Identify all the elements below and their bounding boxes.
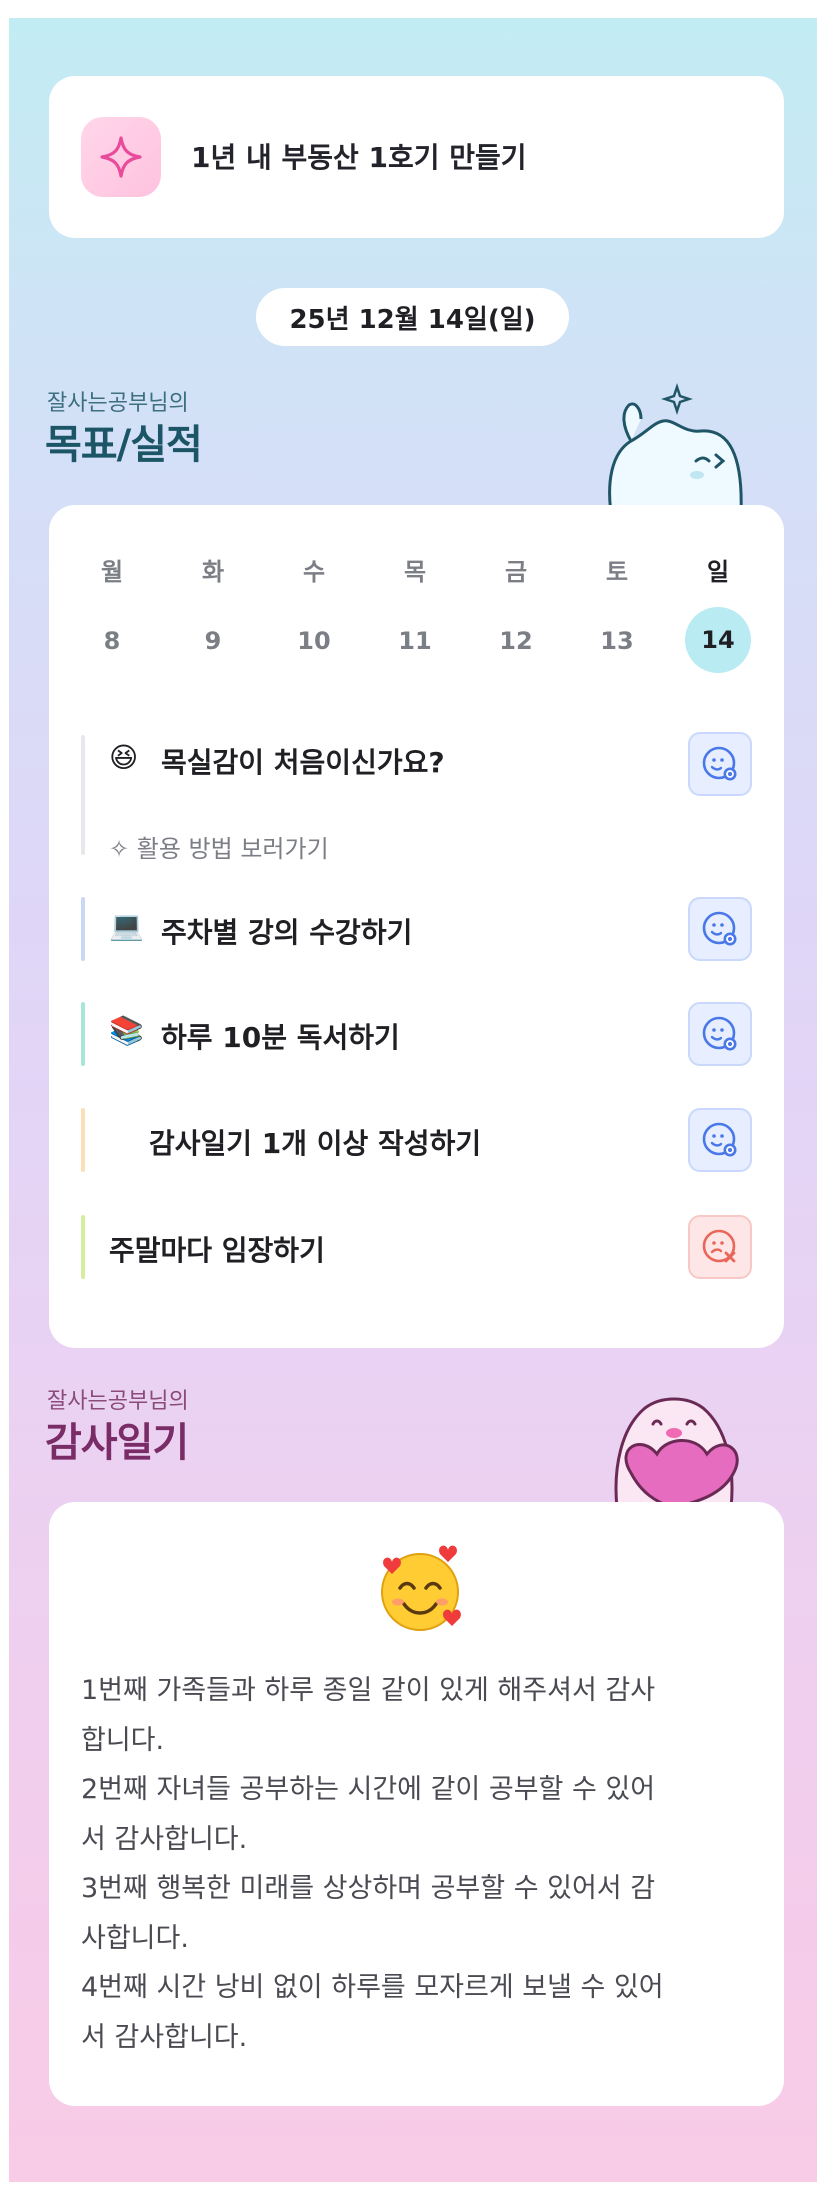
gratitude-line: 사합니다. [81, 1922, 189, 1954]
task-status-done-button[interactable] [688, 1108, 752, 1172]
task-color-bar [81, 1108, 85, 1172]
sparkle-outline-icon: ✧ [109, 835, 137, 863]
gratitude-line: 3번째 행복한 미래를 상상하며 공부할 수 있어서 감 [81, 1873, 656, 1904]
day-name: 일 [706, 558, 730, 586]
gratitude-line: 서 감사합니다. [81, 2021, 248, 2053]
page: 1년 내 부동산 1호기 만들기 25년 12월 14일(일) 잘사는공부님의 … [9, 18, 817, 2182]
gratitude-line: 서 감사합니다. [81, 1823, 248, 1855]
how-to-use-link[interactable]: ✧ 활용 방법 보러가기 [109, 829, 329, 864]
date-pill[interactable]: 25년 12월 14일(일) [256, 288, 569, 346]
day-name: 화 [201, 558, 225, 586]
task-row[interactable]: 😆 목실감이 처음이신가요? ✧ 활용 방법 보러가기 [81, 732, 752, 863]
day-name: 월 [100, 558, 124, 586]
day-number: 9 [204, 627, 222, 655]
task-label: 감사일기 1개 이상 작성하기 [149, 1127, 482, 1160]
day-number: 8 [103, 627, 121, 655]
ghost-mascot-icon [608, 383, 743, 513]
task-label: 주말마다 임장하기 [109, 1234, 325, 1267]
task-row[interactable]: 주말마다 임장하기 [81, 1215, 752, 1279]
day-number-today: 14 [685, 607, 751, 673]
task-label: 주차별 강의 수강하기 [161, 916, 413, 949]
sad-x-icon [702, 1229, 736, 1263]
task-color-bar [81, 1215, 85, 1279]
smile-check-icon [702, 1016, 737, 1051]
task-row[interactable]: 📚 하루 10분 독서하기 [81, 1002, 752, 1066]
goal-card[interactable]: 1년 내 부동산 1호기 만들기 [49, 76, 784, 238]
smile-check-icon [702, 911, 737, 946]
task-label: 하루 10분 독서하기 [161, 1021, 400, 1054]
heart-ghost-mascot-icon [614, 1397, 739, 1508]
gratitude-text: 1번째 가족들과 하루 종일 같이 있게 해주셔서 감사 합니다. 2번째 자녀… [81, 1666, 751, 2062]
task-status-missed-button[interactable] [688, 1215, 752, 1279]
gratitude-line: 1번째 가족들과 하루 종일 같이 있게 해주셔서 감사 [81, 1675, 656, 1706]
day-number: 11 [398, 627, 432, 655]
task-status-done-button[interactable] [688, 1002, 752, 1066]
task-color-bar [81, 735, 85, 855]
task-label: 목실감이 처음이신가요? [161, 746, 445, 779]
books-icon: 📚 [109, 1014, 144, 1047]
task-row[interactable]: 감사일기 1개 이상 작성하기 [81, 1108, 752, 1172]
sparkle-icon [81, 117, 161, 197]
smile-check-icon [702, 1122, 737, 1157]
smile-check-icon [702, 746, 737, 781]
task-row[interactable]: 💻 주차별 강의 수강하기 [81, 897, 752, 961]
smiling-face-with-hearts-icon [381, 1545, 461, 1631]
task-color-bar [81, 1002, 85, 1066]
gratitude-line: 합니다. [81, 1724, 165, 1756]
day-number: 13 [600, 627, 634, 655]
goal-text: 1년 내 부동산 1호기 만들기 [191, 141, 527, 174]
goals-card: 월 8 화 9 수 10 목 11 금 12 토 13 일 14 😆 목실감이 … [49, 505, 784, 1348]
gratitude-section-title: 감사일기 [45, 1420, 189, 1466]
day-number: 12 [499, 627, 533, 655]
day-name: 금 [504, 558, 528, 586]
day-name: 수 [302, 558, 326, 586]
gratitude-card[interactable]: 1번째 가족들과 하루 종일 같이 있게 해주셔서 감사 합니다. 2번째 자녀… [49, 1502, 784, 2106]
goals-section-title: 목표/실적 [45, 422, 203, 468]
gratitude-line: 2번째 자녀들 공부하는 시간에 같이 공부할 수 있어 [81, 1774, 656, 1805]
day-name: 목 [403, 558, 427, 586]
gratitude-line: 4번째 시간 낭비 없이 하루를 모자르게 보낼 수 있어 [81, 1972, 664, 2003]
laughing-face-icon: 😆 [109, 741, 139, 774]
task-status-done-button[interactable] [688, 732, 752, 796]
day-number: 10 [297, 627, 331, 655]
task-status-done-button[interactable] [688, 897, 752, 961]
laptop-icon: 💻 [109, 909, 144, 942]
task-color-bar [81, 897, 85, 961]
day-name: 토 [605, 558, 629, 586]
